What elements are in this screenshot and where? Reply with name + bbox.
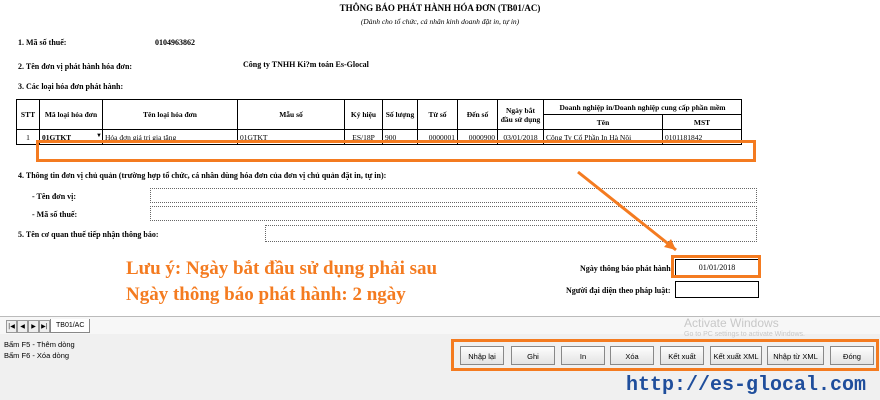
last-sheet-icon[interactable]: ▶| <box>39 320 50 333</box>
buttons-highlight-box <box>451 339 879 371</box>
date-highlight-box <box>671 255 761 278</box>
note-line-1: Lưu ý: Ngày bắt đầu sử dụng phải sau <box>126 258 438 279</box>
hint-add-row: Bấm F5 - Thêm dòng <box>4 340 75 349</box>
tab-tb01-ac[interactable]: TB01/AC <box>50 319 91 333</box>
activate-windows-subtitle: Go to PC settings to activate Windows. <box>684 331 805 338</box>
next-sheet-icon[interactable]: ▶ <box>28 320 39 333</box>
activate-windows-title: Activate Windows <box>684 316 779 330</box>
legal-rep-label: Người đại diện theo pháp luật: <box>566 286 671 295</box>
website-url: http://es-glocal.com <box>626 374 867 397</box>
prev-sheet-icon[interactable]: ◀ <box>17 320 28 333</box>
first-sheet-icon[interactable]: |◀ <box>6 320 17 333</box>
hint-delete-row: Bấm F6 - Xóa dòng <box>4 351 70 360</box>
notice-date-label: Ngày thông báo phát hành: <box>580 264 674 273</box>
note-line-2: Ngày thông báo phát hành: 2 ngày <box>126 284 406 305</box>
legal-rep-input[interactable] <box>675 281 759 298</box>
